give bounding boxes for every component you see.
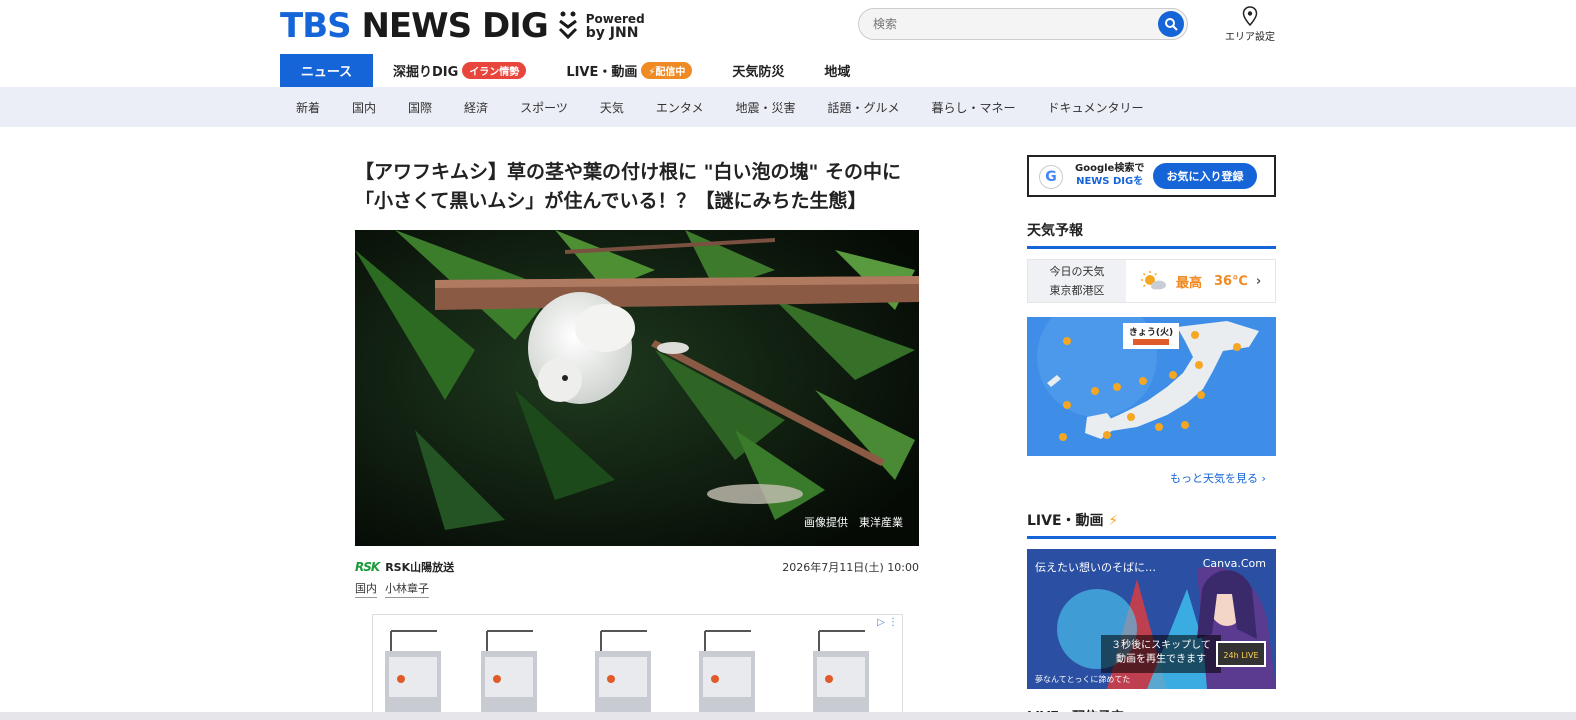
subnav-sports[interactable]: スポーツ [504, 99, 584, 116]
subnav-international[interactable]: 国際 [392, 99, 448, 116]
main-nav-region[interactable]: 地域 [804, 54, 870, 87]
ad-machine-image [699, 630, 755, 719]
main-nav-deep-dig[interactable]: 深掘りDIG イラン情勢 [373, 54, 546, 87]
map-header: きょう(火) [1129, 327, 1173, 338]
logo-mark-icon [558, 11, 577, 40]
article-meta: RSK RSK山陽放送 2026年7月11日(土) 10:00 [355, 559, 919, 579]
horizontal-scrollbar[interactable] [0, 712, 1576, 720]
ad-machine-image [813, 630, 869, 719]
weather-map[interactable]: きょう(火) [1027, 317, 1276, 456]
main-nav-weather[interactable]: 天気防災 [712, 54, 804, 87]
today-weather-widget[interactable]: 今日の天気 東京都港区 最高 36℃ › [1027, 259, 1276, 303]
lightning-icon: ⚡ [1108, 513, 1119, 529]
powered-by-jnn: Powered by JNN [585, 12, 645, 41]
iran-badge: イラン情勢 [462, 62, 527, 79]
live-24h-badge: 24h LIVE [1216, 641, 1266, 667]
chevron-right-icon: › [1255, 273, 1262, 289]
article-photo[interactable]: 画像提供 東洋産業 [355, 230, 919, 546]
weather-location: 今日の天気 東京都港区 [1028, 260, 1126, 302]
subnav-living-money[interactable]: 暮らし・マネー [916, 99, 1032, 116]
subnav-disaster[interactable]: 地震・災害 [719, 99, 811, 116]
japan-weather-map-image: きょう(火) [1027, 317, 1276, 456]
location-pin-icon [1242, 6, 1258, 26]
tag-domestic[interactable]: 国内 [355, 580, 377, 598]
subnav-weather[interactable]: 天気 [584, 99, 640, 116]
google-favorite-banner[interactable]: G Google検索で NEWS DIGを お気に入り登録 [1027, 155, 1276, 197]
favorite-register-button[interactable]: お気に入り登録 [1153, 163, 1257, 189]
search-icon [1165, 18, 1178, 31]
live-section-title: LIVE・動画 ⚡ [1027, 510, 1276, 539]
subnav-latest[interactable]: 新着 [280, 99, 336, 116]
fav-text: Google検索で NEWS DIGを [1075, 163, 1145, 187]
sub-nav: 新着 国内 国際 経済 スポーツ 天気 エンタメ 地震・災害 話題・グルメ 暮ら… [0, 87, 1576, 127]
subnav-domestic[interactable]: 国内 [336, 99, 392, 116]
main-nav-live[interactable]: LIVE・動画 ⚡配信中 [546, 54, 712, 87]
search-input[interactable] [859, 9, 1139, 39]
sun-cloud-icon [1141, 271, 1166, 290]
area-setting-button[interactable]: エリア設定 [1220, 6, 1280, 43]
more-weather-link[interactable]: もっと天気を見る › [1170, 470, 1266, 486]
subnav-documentary[interactable]: ドキュメンタリー [1032, 99, 1160, 116]
google-icon: G [1039, 165, 1063, 189]
article-source[interactable]: RSK RSK山陽放送 [355, 559, 454, 575]
weather-section-title: 天気予報 [1027, 220, 1276, 249]
tag-author[interactable]: 小林章子 [385, 580, 429, 598]
advertisement[interactable]: ▷ ⋮ [372, 614, 903, 720]
source-name: RSK山陽放送 [385, 561, 455, 574]
main-nav-news[interactable]: ニュース [280, 54, 373, 87]
subnav-entertainment[interactable]: エンタメ [640, 99, 720, 116]
spittlebug-foam-image [355, 230, 919, 546]
article-headline: 【アワフキムシ】草の茎や葉の付け根に "白い泡の塊" その中に「小さくて黒いムシ… [355, 161, 902, 212]
ad-choices-icon[interactable]: ▷ ⋮ [877, 617, 898, 628]
rsk-logo: RSK [355, 560, 380, 574]
weather-forecast: 最高 36℃ › [1126, 260, 1275, 302]
page: TBS NEWS DIG Powered by JNN エリア設定 [0, 0, 1576, 720]
skip-ad-notice[interactable]: ３秒後にスキップして 動画を再生できます [1101, 635, 1221, 673]
streaming-badge: ⚡配信中 [641, 62, 693, 79]
site-logo[interactable]: TBS NEWS DIG Powered by JNN [280, 6, 645, 46]
article-date: 2026年7月11日(土) 10:00 [782, 561, 919, 574]
ad-machine-image [481, 630, 537, 719]
subnav-gourmet[interactable]: 話題・グルメ [812, 99, 916, 116]
main-nav: ニュース 深掘りDIG イラン情勢 LIVE・動画 ⚡配信中 天気防災 地域 [280, 54, 870, 87]
photo-credit: 画像提供 東洋産業 [804, 516, 903, 529]
area-setting-label: エリア設定 [1225, 32, 1275, 43]
article-tags: 国内 小林章子 [355, 580, 437, 598]
logo-wordmark: TBS NEWS DIG [280, 6, 549, 46]
live-video-player[interactable]: 伝えたい想いのそばに… Canva.Com ３秒後にスキップして 動画を再生でき… [1027, 549, 1276, 689]
ad-machine-image [595, 630, 651, 719]
search-box [858, 8, 1188, 40]
ad-machine-image [385, 630, 441, 719]
subnav-economy[interactable]: 経済 [448, 99, 504, 116]
search-button[interactable] [1158, 11, 1184, 37]
